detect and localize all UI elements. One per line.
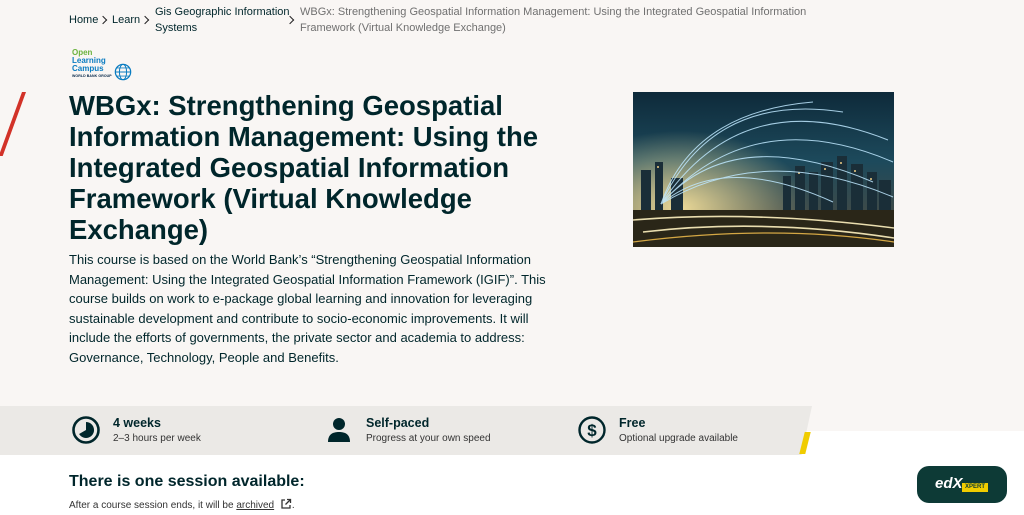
fact-price-subtitle: Optional upgrade available [619,433,738,444]
xpert-chat-button[interactable]: edX XPERT [917,466,1007,503]
session-heading: There is one session available: [69,473,305,490]
logo-line4: WORLD BANK GROUP [72,74,112,78]
session-note-suffix: . [291,500,295,511]
breadcrumb-current: WBGx: Strengthening Geospatial Informati… [300,4,860,36]
breadcrumb-current-line1: WBGx: Strengthening Geospatial Informati… [300,6,807,18]
archived-link[interactable]: archived [236,500,274,511]
breadcrumb-category-line2: Systems [155,22,198,34]
globe-icon [114,63,132,81]
breadcrumb-learn[interactable]: Learn [112,12,140,28]
dollar-icon: $ [578,416,606,444]
svg-text:$: $ [587,421,597,440]
partner-logo[interactable]: Open Learning Campus WORLD BANK GROUP [72,49,134,83]
course-facts-bar: 4 weeks 2–3 hours per week Self-paced Pr… [0,406,812,455]
course-image [633,92,894,247]
fact-duration-subtitle: 2–3 hours per week [113,433,201,444]
fact-price-title: Free [619,416,646,430]
breadcrumb-category-line1: Gis Geographic Information [155,6,290,18]
clock-icon [72,416,100,444]
breadcrumb-current-line2: Framework (Virtual Knowledge Exchange) [300,22,506,34]
session-note-text: After a course session ends, it will be [69,500,237,511]
session-note: After a course session ends, it will be … [69,498,295,513]
person-icon [328,418,350,442]
external-link-icon[interactable] [280,498,292,510]
fact-pace-title: Self-paced [366,416,430,430]
breadcrumb-category[interactable]: Gis Geographic Information Systems [155,4,290,36]
breadcrumb-home[interactable]: Home [69,12,98,28]
course-title: WBGx: Strengthening Geospatial Informati… [69,90,539,245]
course-description: This course is based on the World Bank’s… [69,252,546,365]
fact-duration-title: 4 weeks [113,416,161,430]
logo-line3: Campus [72,64,104,73]
fact-pace-subtitle: Progress at your own speed [366,433,491,444]
edx-logo: edX [935,475,963,492]
xpert-tag: XPERT [962,483,989,492]
